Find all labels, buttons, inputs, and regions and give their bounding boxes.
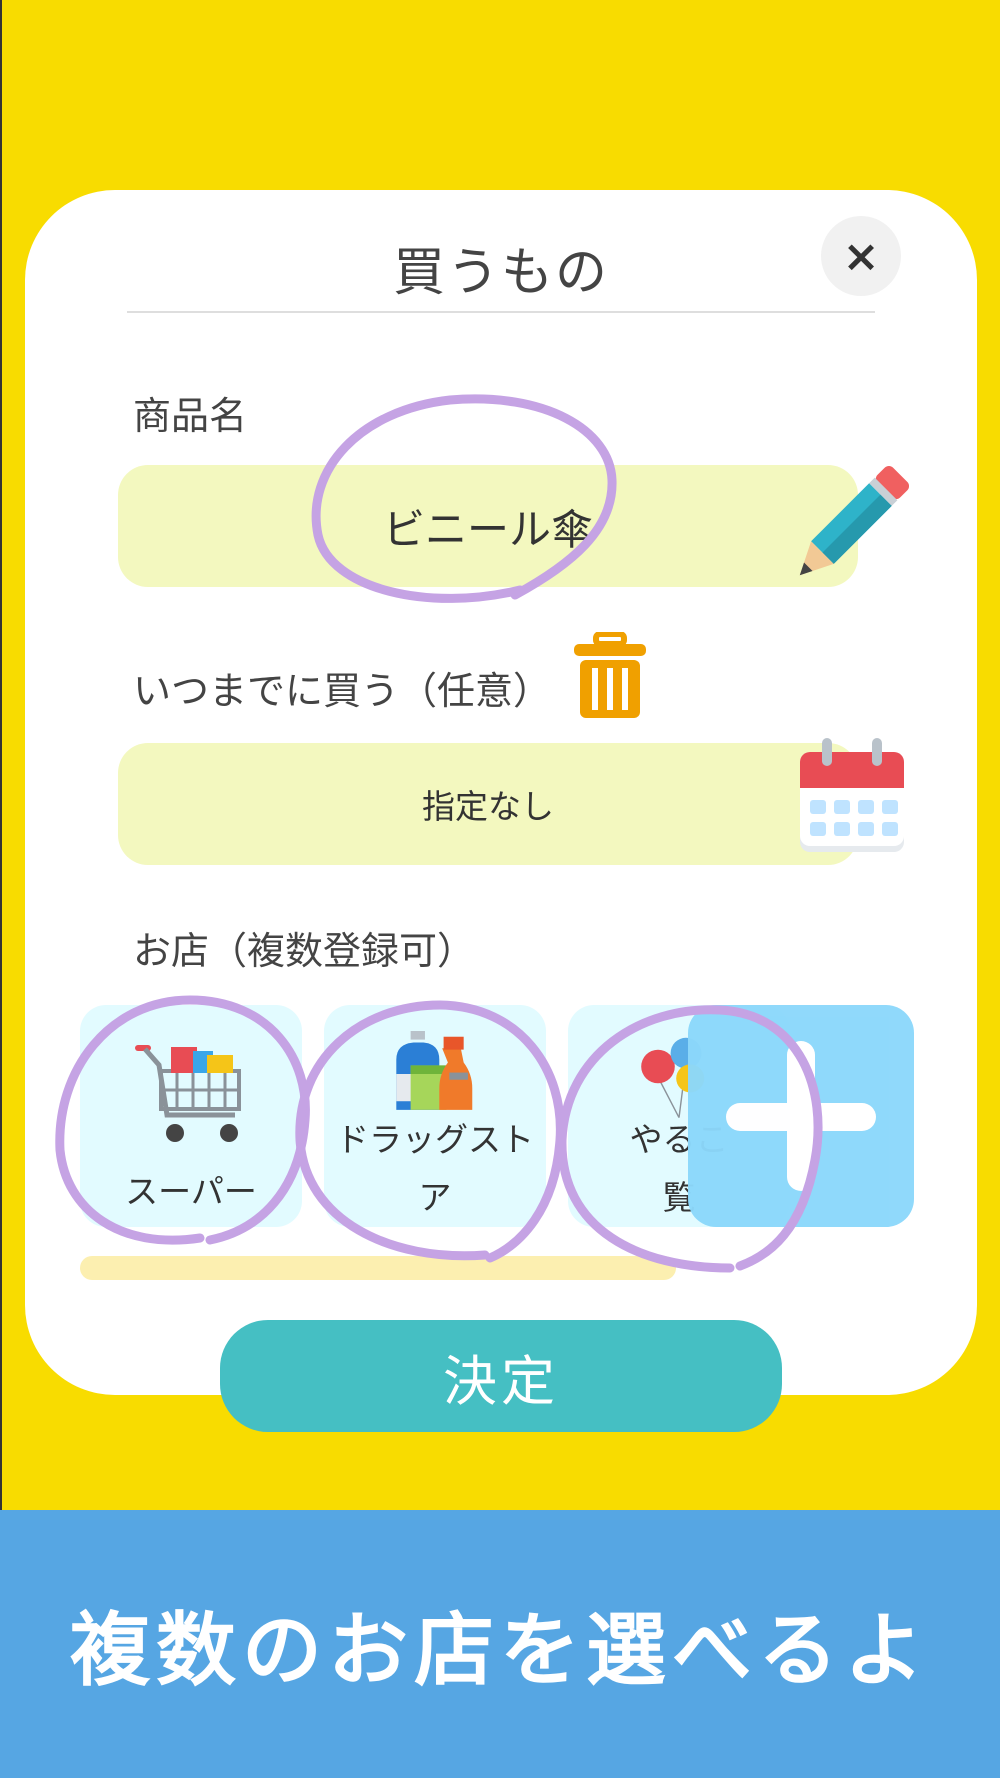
shops-label: お店（複数登録可） xyxy=(133,929,476,973)
shop-item-drugstore[interactable]: ドラッグストア xyxy=(324,1005,546,1227)
shopping-cart-icon xyxy=(135,1045,241,1142)
calendar-icon[interactable] xyxy=(798,738,908,856)
promo-banner: 複数のお店を選べるよ xyxy=(0,1510,1000,1778)
cleaning-products-icon xyxy=(396,1031,473,1110)
left-border xyxy=(0,0,2,1510)
product-name-value: ビニール傘 xyxy=(382,504,593,554)
product-name-label: 商品名 xyxy=(133,394,248,438)
shop-name: ドラッグストア xyxy=(336,1120,534,1217)
product-name-field[interactable]: ビニール傘 xyxy=(118,465,858,587)
add-shop-button[interactable] xyxy=(688,1005,914,1227)
title-divider xyxy=(127,311,875,313)
deadline-field[interactable]: 指定なし xyxy=(118,743,858,865)
shop-name: スーパー xyxy=(125,1172,257,1211)
plus-icon xyxy=(726,1041,876,1191)
confirm-button[interactable]: 決定 xyxy=(220,1320,782,1432)
deadline-value: 指定なし xyxy=(422,787,554,826)
shop-item-supermarket[interactable]: スーパー xyxy=(80,1005,302,1227)
deadline-label: いつまでに買う（任意） xyxy=(133,669,552,713)
close-icon: × xyxy=(842,230,880,282)
trash-icon[interactable] xyxy=(570,632,650,720)
pencil-icon[interactable] xyxy=(790,460,910,590)
shop-list-scrollbar[interactable] xyxy=(80,1256,676,1280)
close-button[interactable]: × xyxy=(821,216,901,296)
banner-text: 複数のお店を選べるよ xyxy=(70,1604,930,1697)
